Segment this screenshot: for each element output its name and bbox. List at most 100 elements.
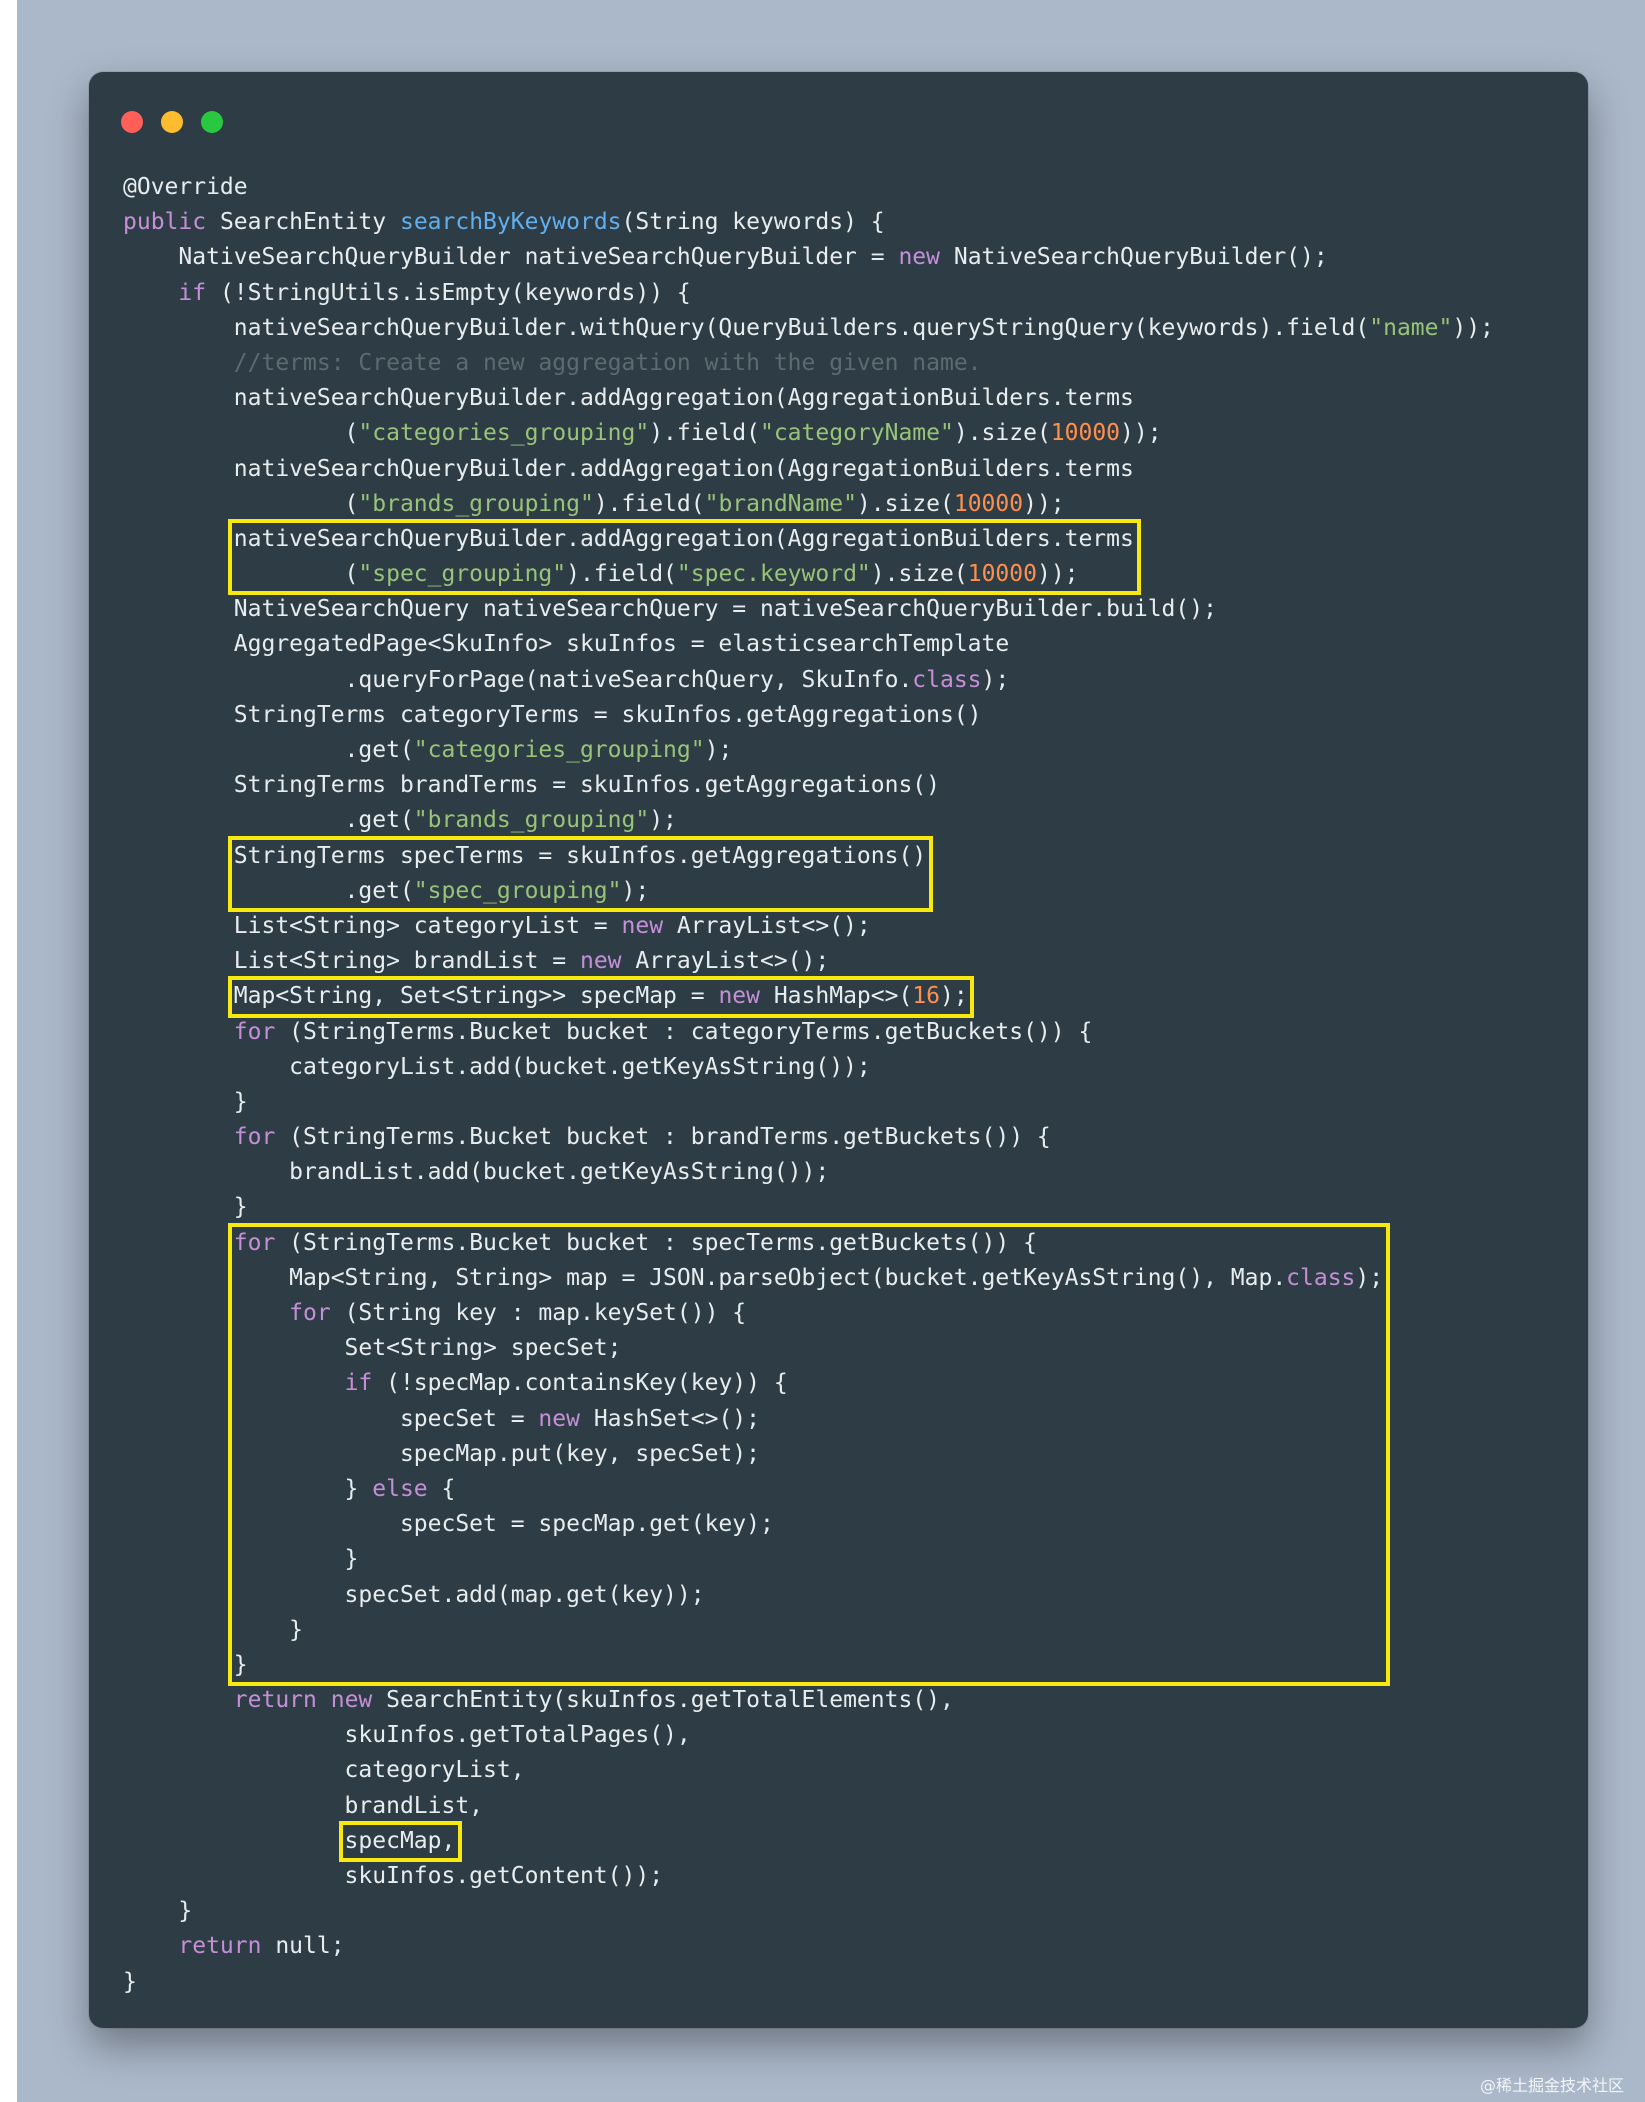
- code-line: return new SearchEntity(skuInfos.getTota…: [123, 1683, 1494, 1718]
- code-line: StringTerms brandTerms = skuInfos.getAgg…: [123, 768, 1494, 803]
- code-line: brandList,: [123, 1789, 1494, 1824]
- code-line: List<String> categoryList = new ArrayLis…: [123, 909, 1494, 944]
- spec-loop-box: [227, 1222, 1391, 1687]
- keyword: new: [579, 948, 622, 975]
- code-text: (!StringUtils.isEmpty(keywords)) {: [206, 279, 691, 306]
- keyword: new: [330, 1687, 373, 1714]
- code-line: categoryList.add(bucket.getKeyAsString()…: [123, 1050, 1494, 1085]
- code-text: (: [123, 420, 359, 447]
- code-text: brandList,: [123, 1792, 484, 1819]
- string-literal: "categories_grouping": [358, 420, 650, 447]
- code-text: }: [123, 1194, 248, 1221]
- code-line: ("categories_grouping").field("categoryN…: [123, 416, 1494, 451]
- code-text: .get(: [123, 737, 414, 763]
- code-line: categoryList,: [123, 1753, 1494, 1788]
- keyword: for: [233, 1018, 276, 1045]
- code-line: for (StringTerms.Bucket bucket : brandTe…: [123, 1120, 1494, 1155]
- spec-terms-box: [227, 835, 933, 912]
- spec-map-argument-box: [338, 1820, 462, 1862]
- code-text: }: [123, 1898, 193, 1925]
- string-literal: "brandName": [704, 490, 857, 517]
- method-name: searchByKeywords: [399, 209, 622, 236]
- code-line: //terms: Create a new aggregation with t…: [123, 346, 1494, 381]
- code-text: nativeSearchQueryBuilder.addAggregation(…: [123, 455, 1134, 482]
- keyword: new: [621, 912, 664, 939]
- code-line: brandList.add(bucket.getKeyAsString());: [123, 1155, 1494, 1190]
- code-line: for (StringTerms.Bucket bucket : categor…: [123, 1015, 1494, 1050]
- code-line: }: [123, 1965, 1494, 2000]
- keyword: for: [233, 1124, 276, 1151]
- code-text: ArrayList<>();: [663, 912, 871, 939]
- code-text: ).size(: [953, 420, 1051, 447]
- code-text: ).field(: [649, 420, 760, 447]
- comment: //terms: Create a new aggregation with t…: [233, 349, 982, 376]
- code-text: List<String> brandList =: [123, 948, 580, 975]
- code-text: skuInfos.getTotalPages(),: [123, 1722, 691, 1749]
- code-text: brandList.add(bucket.getKeyAsString());: [123, 1159, 830, 1186]
- code-block: @Override public SearchEntity searchByKey…: [123, 170, 1494, 2000]
- string-literal: "brands_grouping": [413, 807, 650, 834]
- code-text: categoryList,: [123, 1757, 525, 1784]
- code-line: NativeSearchQueryBuilder nativeSearchQue…: [123, 240, 1494, 275]
- code-text: nativeSearchQueryBuilder.addAggregation(…: [123, 385, 1134, 412]
- minimize-window-dot-icon[interactable]: [161, 111, 183, 133]
- code-text: }: [123, 1088, 248, 1115]
- code-line: .get("categories_grouping");: [123, 733, 1494, 768]
- code-line: .get("brands_grouping");: [123, 803, 1494, 838]
- code-line: AggregatedPage<SkuInfo> skuInfos = elast…: [123, 627, 1494, 662]
- code-text: ).field(: [593, 490, 705, 517]
- code-text: (StringTerms.Bucket bucket : categoryTer…: [275, 1018, 1093, 1045]
- code-text: .get(: [123, 807, 414, 834]
- watermark: @稀土掘金技术社区: [1480, 2076, 1625, 2095]
- code-text: (String keywords) {: [621, 209, 885, 236]
- code-line: ("brands_grouping").field("brandName").s…: [123, 487, 1494, 522]
- code-text: ));: [1120, 420, 1162, 447]
- string-literal: "categoryName": [759, 420, 954, 447]
- maximize-window-dot-icon[interactable]: [201, 111, 223, 133]
- code-text: ));: [1023, 490, 1065, 517]
- code-text: ArrayList<>();: [621, 948, 830, 975]
- code-text: SearchEntity(skuInfos.getTotalElements()…: [372, 1687, 954, 1714]
- spec-aggregation-box: [227, 518, 1141, 596]
- code-text: NativeSearchQueryBuilder nativeSearchQue…: [123, 244, 899, 271]
- code-line: }: [123, 1085, 1494, 1120]
- string-literal: "brands_grouping": [358, 490, 594, 517]
- code-line: @Override: [123, 170, 1494, 205]
- code-text: SearchEntity: [206, 209, 400, 236]
- code-text: AggregatedPage<SkuInfo> skuInfos = elast…: [123, 631, 1010, 658]
- code-text: List<String> categoryList =: [123, 912, 622, 939]
- code-line: List<String> brandList = new ArrayList<>…: [123, 944, 1494, 979]
- code-line: }: [123, 1190, 1494, 1225]
- number-literal: 10000: [953, 490, 1024, 517]
- keyword: public: [123, 209, 207, 236]
- code-line: nativeSearchQueryBuilder.addAggregation(…: [123, 381, 1494, 416]
- code-text: StringTerms categoryTerms = skuInfos.get…: [123, 701, 982, 728]
- keyword: class: [912, 666, 982, 693]
- spec-map-declaration-box: [227, 976, 975, 1018]
- keyword: return: [233, 1687, 317, 1714]
- code-text: skuInfos.getContent());: [123, 1863, 664, 1889]
- code-text: );: [981, 666, 1010, 693]
- code-text: nativeSearchQueryBuilder.withQuery(Query…: [123, 314, 1370, 341]
- code-text: }: [123, 1968, 137, 1995]
- close-window-dot-icon[interactable]: [121, 111, 143, 133]
- code-text: );: [704, 737, 733, 763]
- code-line: NativeSearchQuery nativeSearchQuery = na…: [123, 592, 1494, 627]
- code-text: (: [123, 490, 359, 517]
- code-line: specMap,: [123, 1824, 1494, 1859]
- code-text: StringTerms brandTerms = skuInfos.getAgg…: [123, 772, 940, 799]
- code-line: .queryForPage(nativeSearchQuery, SkuInfo…: [123, 663, 1494, 698]
- keyword: if: [178, 279, 207, 306]
- code-line: skuInfos.getContent());: [123, 1859, 1494, 1894]
- code-text: null;: [261, 1933, 345, 1960]
- code-text: ).size(: [856, 490, 954, 517]
- code-line: nativeSearchQueryBuilder.withQuery(Query…: [123, 311, 1494, 346]
- code-text: @Override: [123, 174, 248, 200]
